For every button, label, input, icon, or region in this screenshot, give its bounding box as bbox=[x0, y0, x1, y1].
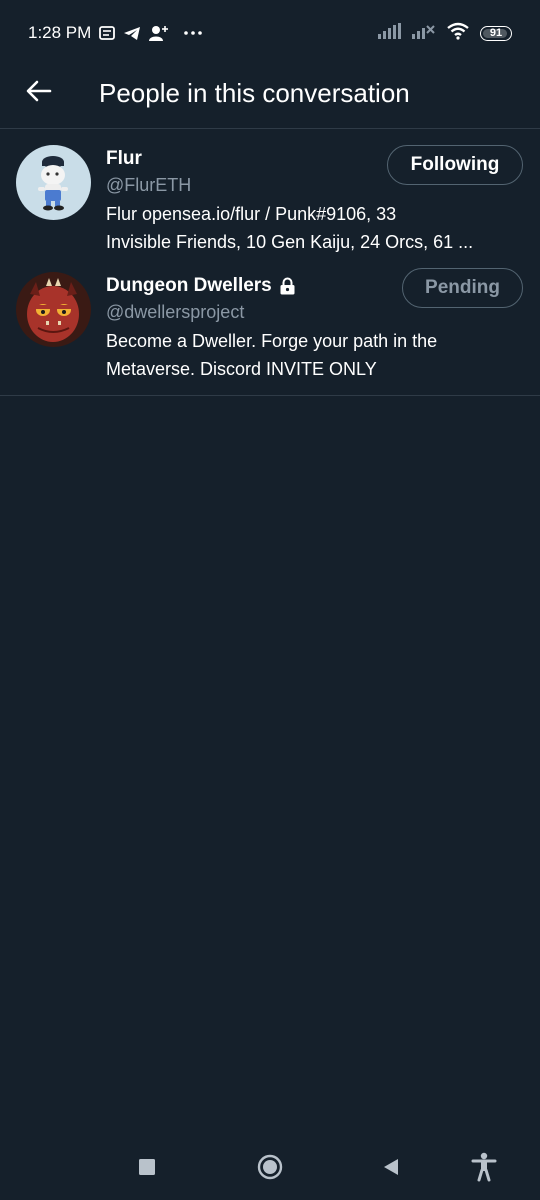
status-right: 91 bbox=[378, 22, 512, 45]
user-bio: Become a Dweller. Forge your path in the… bbox=[106, 327, 524, 383]
status-time: 1:28 PM bbox=[28, 23, 92, 42]
system-nav-bar bbox=[0, 1140, 540, 1200]
wifi-icon bbox=[446, 22, 470, 45]
signal-off-icon bbox=[412, 23, 436, 44]
page-title: People in this conversation bbox=[99, 77, 410, 108]
arrow-left-icon bbox=[26, 80, 52, 107]
list-item-person-dungeon-dwellers[interactable]: Dungeon Dwellers @dwellersproject Become… bbox=[0, 268, 540, 395]
telegram-icon bbox=[123, 26, 141, 41]
battery-indicator: 91 bbox=[480, 25, 512, 41]
person-add-icon bbox=[149, 25, 169, 41]
signal-icon bbox=[378, 22, 402, 44]
following-button[interactable]: Following bbox=[387, 145, 523, 185]
more-dots-icon bbox=[183, 30, 203, 36]
lock-icon bbox=[279, 277, 296, 295]
bio-line-2: Invisible Friends, 10 Gen Kaiju, 24 Orcs… bbox=[106, 232, 474, 252]
accessibility-icon bbox=[471, 1152, 497, 1187]
bio-line-1: Become a Dweller. Forge your path in the bbox=[106, 331, 438, 351]
user-bio: Flur opensea.io/flur / Punk#9106, 33 Inv… bbox=[106, 200, 524, 256]
people-list: Flur @FlurETH Flur opensea.io/flur / Pun… bbox=[0, 129, 540, 396]
bio-line-1: Flur opensea.io/flur / Punk#9106, 33 bbox=[106, 204, 397, 224]
avatar[interactable] bbox=[16, 145, 91, 220]
back-triangle-icon bbox=[382, 1158, 400, 1181]
status-left: 1:28 PM bbox=[28, 23, 203, 43]
back-button[interactable] bbox=[17, 71, 61, 115]
list-item-person-flur[interactable]: Flur @FlurETH Flur opensea.io/flur / Pun… bbox=[0, 129, 540, 268]
display-name: Flur bbox=[106, 148, 142, 169]
status-bar: 1:28 PM 91 bbox=[0, 0, 540, 66]
bio-line-2: Metaverse. Discord INVITE ONLY bbox=[106, 359, 377, 379]
home-circle-icon bbox=[257, 1154, 283, 1185]
accessibility-button[interactable] bbox=[469, 1152, 499, 1187]
recents-button[interactable] bbox=[132, 1154, 162, 1184]
avatar[interactable] bbox=[16, 272, 91, 347]
message-icon bbox=[99, 26, 116, 40]
battery-level: 91 bbox=[489, 27, 503, 39]
home-button[interactable] bbox=[255, 1154, 285, 1184]
divider bbox=[0, 395, 540, 396]
recents-square-icon bbox=[138, 1158, 156, 1181]
display-name: Dungeon Dwellers bbox=[106, 275, 272, 296]
nav-back-button[interactable] bbox=[376, 1154, 406, 1184]
pending-button[interactable]: Pending bbox=[402, 268, 523, 308]
top-app-bar: People in this conversation bbox=[0, 58, 540, 129]
